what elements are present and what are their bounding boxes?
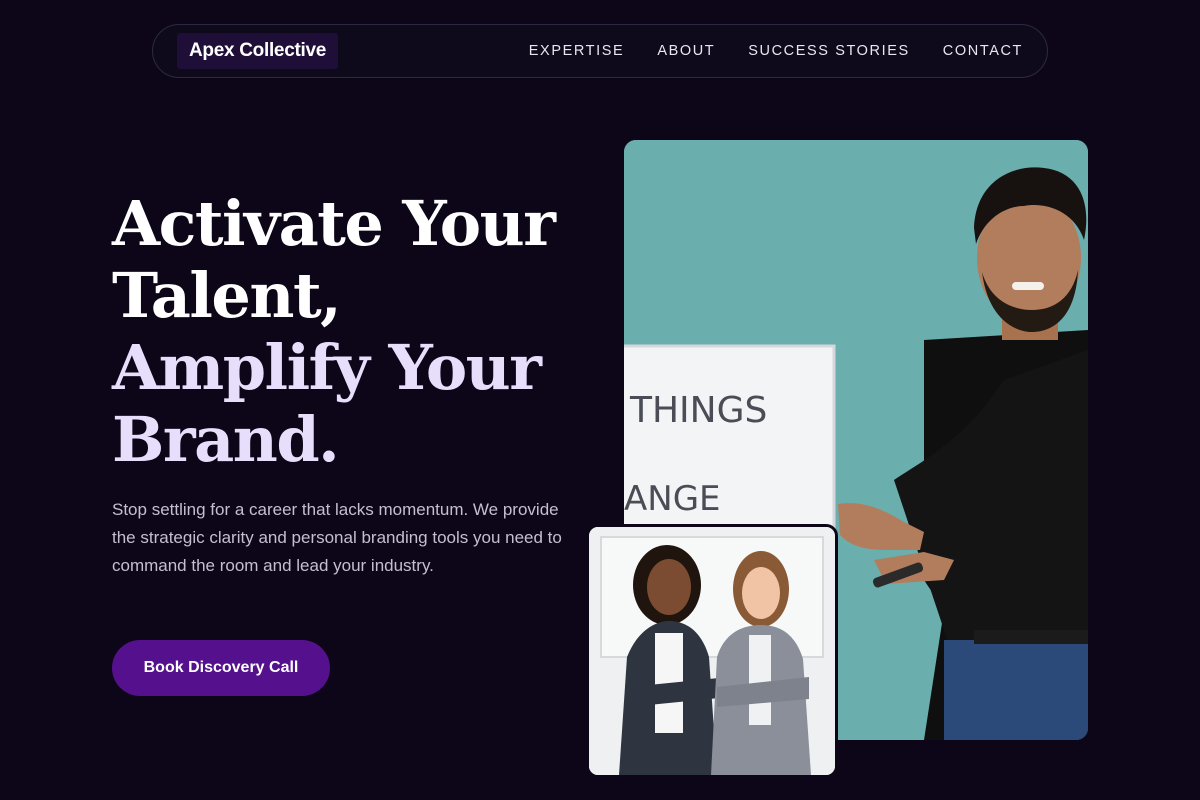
whiteboard-text: ANGE	[624, 479, 721, 519]
nav-link-expertise[interactable]: EXPERTISE	[529, 43, 625, 59]
nav-link-about[interactable]: ABOUT	[657, 43, 715, 59]
nav-link-contact[interactable]: CONTACT	[943, 43, 1023, 59]
top-nav: Apex Collective EXPERTISE ABOUT SUCCESS …	[152, 24, 1048, 78]
headline-line: Brand.	[112, 403, 340, 476]
book-discovery-call-button[interactable]: Book Discovery Call	[112, 640, 330, 696]
headline-line: Activate Your	[112, 187, 556, 260]
page: Apex Collective EXPERTISE ABOUT SUCCESS …	[0, 0, 1200, 800]
headline-line: Talent,	[112, 259, 342, 332]
team-photo	[586, 524, 838, 778]
nav-link-success-stories[interactable]: SUCCESS STORIES	[748, 43, 910, 59]
whiteboard-text: THINGS	[629, 390, 767, 431]
nav-links: EXPERTISE ABOUT SUCCESS STORIES CONTACT	[529, 43, 1023, 59]
brand-logo[interactable]: Apex Collective	[177, 33, 338, 69]
headline-line: Amplify Your	[112, 331, 542, 404]
hero-headline: Activate Your Talent, Amplify Your Brand…	[112, 188, 582, 476]
hero-description: Stop settling for a career that lacks mo…	[112, 500, 562, 575]
